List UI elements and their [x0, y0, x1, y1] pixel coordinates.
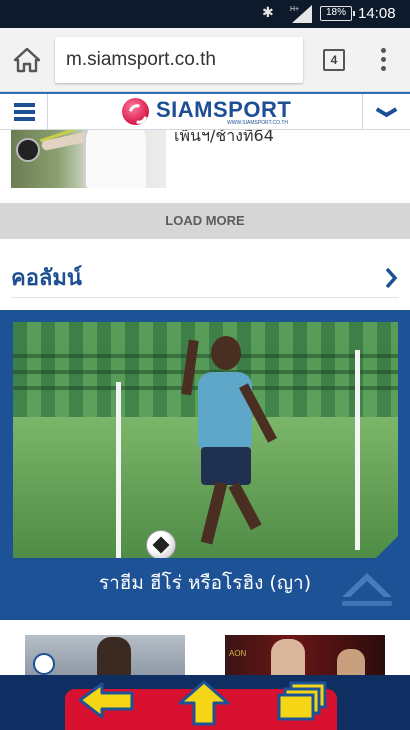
featured-photo[interactable] — [11, 320, 400, 560]
site-logo[interactable]: SIAMSPORT WWW.SIAMSPORT.CO.TH — [122, 97, 292, 127]
featured-column-card[interactable]: ราฮีม ฮีโร่ หรือโรฮิง (ญา) — [0, 310, 410, 620]
chevron-up-icon[interactable] — [338, 565, 396, 609]
news-title[interactable]: เพ็นฯ/ช้างที64 — [174, 130, 274, 149]
site-header: SIAMSPORT WWW.SIAMSPORT.CO.TH — [0, 92, 410, 130]
news-thumbnail[interactable] — [11, 130, 166, 188]
news-thumbnail-right[interactable]: AON — [225, 635, 385, 675]
signal-icon: H+ — [290, 5, 312, 23]
logo-subtext: WWW.SIAMSPORT.CO.TH — [227, 120, 289, 126]
arrow-left-icon[interactable] — [76, 679, 136, 725]
tab-switcher-button[interactable]: 4 — [323, 49, 345, 71]
battery-indicator: 18% — [320, 6, 355, 21]
load-more-button[interactable]: LOAD MORE — [0, 203, 410, 239]
divider — [11, 297, 399, 298]
svg-text:H+: H+ — [290, 6, 299, 13]
chevron-right-icon[interactable] — [383, 266, 399, 290]
status-bar: ✱ H+ 18% 14:08 — [0, 0, 410, 28]
chevron-down-icon[interactable] — [362, 94, 410, 130]
logo-ball-icon — [122, 98, 149, 125]
arrow-up-icon[interactable] — [176, 679, 232, 727]
url-bar[interactable]: m.siamsport.co.th — [55, 37, 303, 83]
home-icon[interactable] — [12, 46, 42, 74]
more-vert-icon[interactable] — [374, 46, 392, 74]
news-thumbnail-left[interactable] — [25, 635, 185, 675]
hamburger-icon[interactable] — [0, 94, 48, 130]
section-title: คอลัมน์ — [11, 266, 82, 291]
page-content: เพ็นฯ/ช้างที64 LOAD MORE คอลัมน์ ราฮีม ฮ… — [0, 130, 410, 675]
bluetooth-icon: ✱ — [262, 5, 274, 21]
bottom-nav-bar — [0, 675, 410, 730]
windows-icon[interactable] — [275, 679, 331, 725]
clock: 14:08 — [358, 5, 396, 22]
browser-toolbar: m.siamsport.co.th 4 — [0, 28, 410, 92]
sponsor-text: AON — [229, 649, 247, 658]
